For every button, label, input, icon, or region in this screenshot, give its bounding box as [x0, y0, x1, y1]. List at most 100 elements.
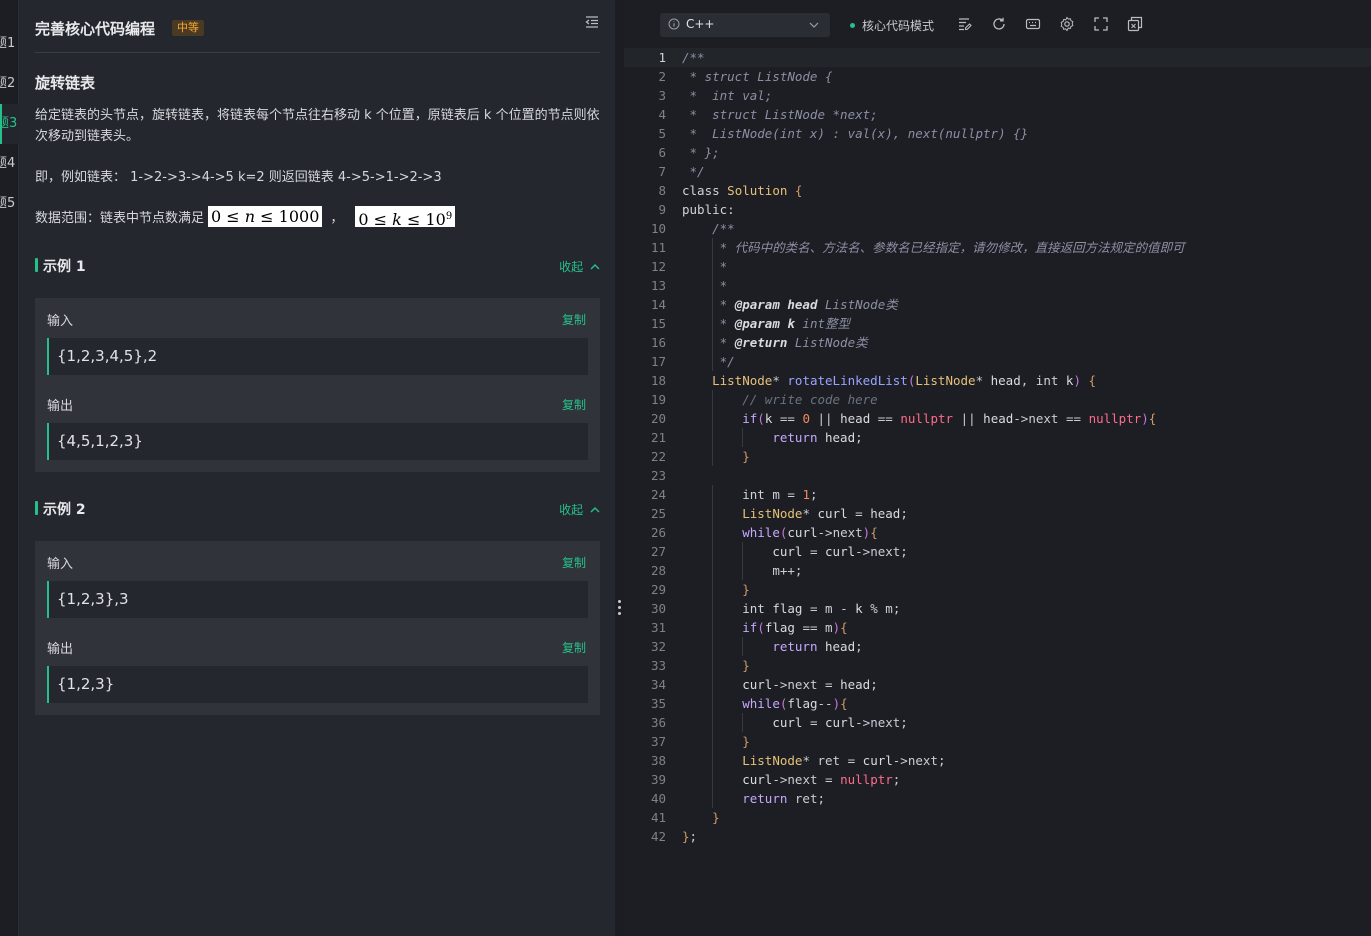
code-line[interactable]: 22 } — [624, 447, 1371, 466]
language-select[interactable]: C++ — [660, 13, 830, 37]
line-number: 4 — [658, 107, 666, 122]
code-line[interactable]: 4 * struct ListNode *next; — [624, 105, 1371, 124]
rail-item-4[interactable]: 题4 — [0, 144, 19, 184]
line-source: return head; — [772, 639, 863, 654]
code-line[interactable]: 11 * 代码中的类名、方法名、参数名已经指定，请勿修改，直接返回方法规定的值即… — [624, 238, 1371, 257]
rail-item-2[interactable]: 题2 — [0, 64, 19, 104]
line-source: */ — [682, 164, 705, 179]
chevron-up-icon — [590, 264, 600, 270]
line-source: // write code here — [742, 392, 878, 407]
code-line[interactable]: 20 if(k == 0 || head == nullptr || head-… — [624, 409, 1371, 428]
line-source: }; — [682, 829, 698, 844]
code-line[interactable]: 21 return head; — [624, 428, 1371, 447]
reset-icon[interactable] — [991, 16, 1007, 32]
settings-gear-icon[interactable] — [1059, 16, 1075, 32]
code-line[interactable]: 31 if(flag == m){ — [624, 618, 1371, 637]
code-line[interactable]: 29 } — [624, 580, 1371, 599]
code-line[interactable]: 2 * struct ListNode { — [624, 67, 1371, 86]
code-line[interactable]: 42}; — [624, 827, 1371, 846]
header-title: 完善核心代码编程 — [35, 20, 156, 38]
code-line[interactable]: 36 curl = curl->next; — [624, 713, 1371, 732]
format-code-icon[interactable] — [957, 16, 973, 32]
code-line[interactable]: 6 * }; — [624, 143, 1371, 162]
line-source: curl->next = nullptr; — [742, 772, 901, 787]
line-number: 18 — [650, 373, 666, 388]
line-number: 6 — [658, 145, 666, 160]
split-view-icon[interactable] — [1127, 16, 1143, 32]
line-source: * int val; — [682, 88, 773, 103]
code-line[interactable]: 5 * ListNode(int x) : val(x), next(nullp… — [624, 124, 1371, 143]
code-line[interactable]: 8 class Solution { — [624, 181, 1371, 200]
question-description: 给定链表的头节点，旋转链表，将链表每个节点往右移动 k 个位置，原链表后 k 个… — [35, 108, 600, 144]
line-source: if(flag == m){ — [742, 620, 848, 635]
panel-splitter[interactable] — [615, 0, 624, 936]
code-line[interactable]: 30 int flag = m - k % m; — [624, 599, 1371, 618]
line-number: 19 — [650, 392, 666, 407]
code-line[interactable]: 10 /** — [624, 219, 1371, 238]
line-number: 27 — [650, 544, 666, 559]
code-line[interactable]: 39 curl->next = nullptr; — [624, 770, 1371, 789]
example-1-toggle[interactable]: 收起 — [559, 258, 600, 275]
code-line[interactable]: 17 */ — [624, 352, 1371, 371]
code-line[interactable]: 15 * @param k int整型 — [624, 314, 1371, 333]
line-source: ListNode* ret = curl->next; — [742, 753, 946, 768]
code-line[interactable]: 7 */ — [624, 162, 1371, 181]
code-line[interactable]: 28 m++; — [624, 561, 1371, 580]
example-2-input-copy-button[interactable]: 复制 — [562, 554, 586, 571]
line-number: 29 — [650, 582, 666, 597]
code-line[interactable]: 18 ListNode* rotateLinkedList(ListNode* … — [624, 371, 1371, 390]
code-line[interactable]: 13 * — [624, 276, 1371, 295]
line-source: } — [742, 449, 750, 464]
keyboard-icon[interactable] — [1025, 16, 1041, 32]
line-number: 23 — [650, 468, 666, 483]
code-line[interactable]: 14 * @param head ListNode类 — [624, 295, 1371, 314]
code-line[interactable]: 37 } — [624, 732, 1371, 751]
code-line[interactable]: 19 // write code here — [624, 390, 1371, 409]
question-rail: 题1 题2 题3 题4 题5 — [0, 0, 19, 936]
example-2-output-value: {1,2,3} — [47, 666, 588, 703]
line-number: 14 — [650, 297, 666, 312]
fullscreen-icon[interactable] — [1093, 16, 1109, 32]
rail-item-3[interactable]: 题3 — [0, 104, 19, 144]
code-line[interactable]: 33 } — [624, 656, 1371, 675]
example-1-input-copy-button[interactable]: 复制 — [562, 311, 586, 328]
chevron-down-icon — [809, 22, 819, 28]
example-1-output-copy-button[interactable]: 复制 — [562, 396, 586, 413]
code-line[interactable]: 16 * @return ListNode类 — [624, 333, 1371, 352]
code-line[interactable]: 25 ListNode* curl = head; — [624, 504, 1371, 523]
code-line[interactable]: 38 ListNode* ret = curl->next; — [624, 751, 1371, 770]
code-area[interactable]: 1/** 2 * struct ListNode {3 * int val; 4 *… — [624, 48, 1371, 848]
code-line[interactable]: 40 return ret; — [624, 789, 1371, 808]
line-source: /** — [682, 50, 705, 65]
mode-label: 核心代码模式 — [862, 19, 935, 33]
code-line[interactable]: 12 * — [624, 257, 1371, 276]
code-line[interactable]: 23 — [624, 466, 1371, 485]
line-source: return head; — [772, 430, 863, 445]
example-2-toggle[interactable]: 收起 — [559, 501, 600, 518]
code-line[interactable]: 41 } — [624, 808, 1371, 827]
example-accent-bar — [35, 258, 38, 272]
question-example-text: 即，例如链表： 1->2->3->4->5 k=2 则返回链表 4->5->1-… — [35, 170, 442, 185]
code-line[interactable]: 9 public: — [624, 200, 1371, 219]
code-line[interactable]: 26 while(curl->next){ — [624, 523, 1371, 542]
line-number: 35 — [650, 696, 666, 711]
splitter-drag-handle[interactable] — [617, 600, 621, 618]
line-source: * 代码中的类名、方法名、参数名已经指定，请勿修改，直接返回方法规定的值即可 — [682, 240, 1185, 255]
code-line[interactable]: 3 * int val; — [624, 86, 1371, 105]
rail-item-1[interactable]: 题1 — [0, 24, 19, 64]
rail-item-5[interactable]: 题5 — [0, 184, 19, 224]
code-line[interactable]: 1 /** — [624, 48, 1371, 67]
line-source: * @param k int整型 — [682, 316, 851, 331]
code-editor-panel: C++ 核心代码模式 1/** 2 * struct ListNode {3 * … — [624, 0, 1371, 936]
code-line[interactable]: 24 int m = 1; — [624, 485, 1371, 504]
code-line[interactable]: 34 curl->next = head; — [624, 675, 1371, 694]
code-line[interactable]: 32 return head; — [624, 637, 1371, 656]
code-line[interactable]: 27 curl = curl->next; — [624, 542, 1371, 561]
line-source: * — [682, 259, 728, 274]
line-source: * struct ListNode { — [682, 69, 833, 84]
line-number: 39 — [650, 772, 666, 787]
code-line[interactable]: 35 while(flag--){ — [624, 694, 1371, 713]
example-2-output-copy-button[interactable]: 复制 — [562, 639, 586, 656]
line-source: /** — [682, 221, 735, 236]
collapse-panel-icon[interactable] — [584, 14, 600, 30]
